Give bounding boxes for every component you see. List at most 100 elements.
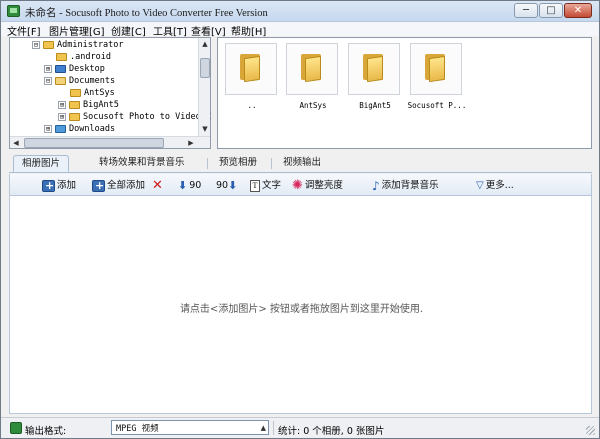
text-button[interactable]: T 文字	[250, 178, 281, 193]
folder-icon	[240, 54, 262, 83]
desktop-icon	[55, 65, 66, 73]
dropdown-arrow-icon: ▲	[260, 424, 266, 432]
add-all-label: 全部添加	[107, 180, 146, 191]
expand-icon[interactable]: ⊞	[58, 101, 66, 109]
menu-create[interactable]: 创建[C]	[111, 23, 146, 38]
folder-tile-label: AntSys	[299, 101, 327, 110]
tab-preview-album[interactable]: 预览相册	[211, 155, 265, 172]
delete-button[interactable]: ✕	[152, 178, 165, 193]
tree-item-administrator[interactable]: ⊟ Administrator	[32, 40, 124, 52]
tree-item-android[interactable]: .android	[56, 52, 111, 64]
output-format-select[interactable]: MPEG 视频 ▲	[111, 420, 269, 435]
more-button[interactable]: ▽ 更多...	[476, 178, 514, 193]
menu-file[interactable]: 文件[F]	[7, 23, 41, 38]
scroll-left-icon[interactable]: ◀	[11, 138, 21, 148]
folder-icon	[43, 41, 54, 49]
folder-icon	[70, 89, 81, 97]
tree-item-antsys[interactable]: AntSys	[70, 88, 115, 100]
add-label: 添加	[57, 180, 77, 191]
rotate-right-label: 90	[216, 180, 229, 191]
app-window: 未命名 - Socusoft Photo to Video Converter …	[0, 0, 600, 439]
folder-icon	[55, 77, 66, 85]
status-divider	[273, 421, 274, 435]
tab-video-output[interactable]: 视频输出	[275, 155, 329, 172]
title-bar[interactable]: 未命名 - Socusoft Photo to Video Converter …	[1, 1, 599, 22]
download-icon	[55, 125, 66, 133]
scroll-down-icon[interactable]: ▼	[200, 124, 210, 134]
add-all-icon	[92, 178, 105, 193]
folder-icon	[56, 53, 67, 61]
add-music-label: 添加背景音乐	[381, 180, 439, 191]
folder-icon	[301, 54, 323, 83]
folder-thumbnail-panel: .. AntSys BigAnt5 Socusoft P...	[217, 37, 592, 149]
rotate-left-button[interactable]: ⬇ 90	[178, 178, 201, 193]
folder-tile-parent[interactable]: ..	[225, 43, 283, 115]
brightness-button[interactable]: ✺ 调整亮度	[292, 178, 343, 193]
tab-separator	[207, 158, 208, 169]
rotate-left-icon: ⬇	[178, 179, 188, 192]
expand-icon[interactable]: ⊞	[44, 65, 52, 73]
collapse-icon[interactable]: ⊟	[32, 41, 40, 49]
minimize-button[interactable]: ─	[514, 3, 538, 18]
photo-toolbar: 添加 全部添加 ✕ ⬇90 90⬇ T文字 ✺调整亮度 ♪添加背景音乐 ▽更多.…	[9, 174, 592, 196]
folder-tile-antsys[interactable]: AntSys	[286, 43, 344, 115]
tile-frame	[348, 43, 400, 95]
tree-item-desktop[interactable]: ⊞ Desktop	[44, 64, 105, 76]
album-stats: 统计: 0 个相册, 0 张图片	[278, 426, 385, 437]
tab-transitions-music[interactable]: 转场效果和背景音乐	[91, 155, 193, 172]
tree-vertical-scrollbar[interactable]: ▲ ▼	[198, 38, 210, 136]
scroll-thumb[interactable]	[200, 58, 210, 78]
delete-icon: ✕	[152, 177, 163, 193]
drop-hint: 请点击<添加图片> 按钮或者拖放图片到这里开始使用.	[179, 304, 424, 315]
tree-item-downloads[interactable]: ⊞ Downloads	[44, 124, 115, 136]
text-label: 文字	[262, 180, 282, 191]
menu-image-manage[interactable]: 图片管理[G]	[49, 23, 105, 38]
tree-item-documents[interactable]: ⊟ Documents	[44, 76, 115, 88]
add-music-button[interactable]: ♪ 添加背景音乐	[372, 178, 439, 193]
tile-frame	[410, 43, 462, 95]
menu-tools[interactable]: 工具[T]	[153, 23, 187, 38]
folder-tile-label: ..	[247, 101, 257, 110]
folder-icon	[425, 54, 447, 83]
add-button[interactable]: 添加	[42, 178, 76, 193]
brightness-label: 调整亮度	[304, 180, 343, 191]
add-photo-icon	[42, 178, 55, 193]
output-format-value: MPEG 视频	[116, 424, 159, 434]
expand-icon[interactable]: ⊞	[44, 125, 52, 133]
folder-tile-bigant5[interactable]: BigAnt5	[348, 43, 406, 115]
tab-strip: 相册图片 转场效果和背景音乐 预览相册 视频输出	[9, 155, 592, 173]
app-icon	[7, 5, 20, 17]
collapse-icon[interactable]: ⊟	[44, 77, 52, 85]
scroll-right-icon[interactable]: ▶	[186, 138, 196, 148]
rotate-left-label: 90	[189, 180, 202, 191]
photo-drop-area[interactable]: 请点击<添加图片> 按钮或者拖放图片到这里开始使用.	[9, 196, 592, 414]
output-format-icon	[10, 422, 22, 434]
expand-icon[interactable]: ⊞	[58, 113, 66, 121]
brightness-icon: ✺	[292, 177, 303, 193]
tab-separator	[271, 158, 272, 169]
status-bar: 输出格式: MPEG 视频 ▲ 统计: 0 个相册, 0 张图片	[1, 417, 599, 438]
maximize-button[interactable]: □	[539, 3, 563, 18]
text-icon: T	[250, 179, 260, 192]
add-all-button[interactable]: 全部添加	[92, 178, 145, 193]
tile-frame	[286, 43, 338, 95]
scroll-up-icon[interactable]: ▲	[200, 39, 210, 49]
folder-tile-socusoft[interactable]: Socusoft P...	[408, 43, 468, 115]
folder-tile-label: Socusoft P...	[407, 101, 467, 110]
rotate-right-button[interactable]: 90⬇	[216, 178, 239, 193]
menu-view[interactable]: 查看[V]	[191, 23, 226, 38]
tree-horizontal-scrollbar[interactable]: ◀ ▶	[10, 136, 210, 148]
chevron-down-icon: ▽	[476, 180, 484, 191]
tree-item-socusoft[interactable]: ⊞ Socusoft Photo to Video C	[58, 112, 211, 124]
window-title: 未命名 - Socusoft Photo to Video Converter …	[25, 8, 268, 19]
close-button[interactable]: ✕	[564, 3, 592, 18]
folder-icon	[363, 54, 385, 83]
tree-item-bigant5[interactable]: ⊞ BigAnt5	[58, 100, 119, 112]
menu-help[interactable]: 帮助[H]	[231, 23, 266, 38]
tab-album-photos[interactable]: 相册图片	[13, 155, 70, 172]
folder-tile-label: BigAnt5	[359, 101, 391, 110]
folder-tree[interactable]: ⊟ Administrator .android ⊞ Desktop ⊟ Docume…	[9, 37, 211, 149]
resize-grip-icon[interactable]	[586, 426, 595, 435]
music-icon: ♪	[372, 178, 380, 193]
scroll-thumb[interactable]	[24, 138, 164, 148]
